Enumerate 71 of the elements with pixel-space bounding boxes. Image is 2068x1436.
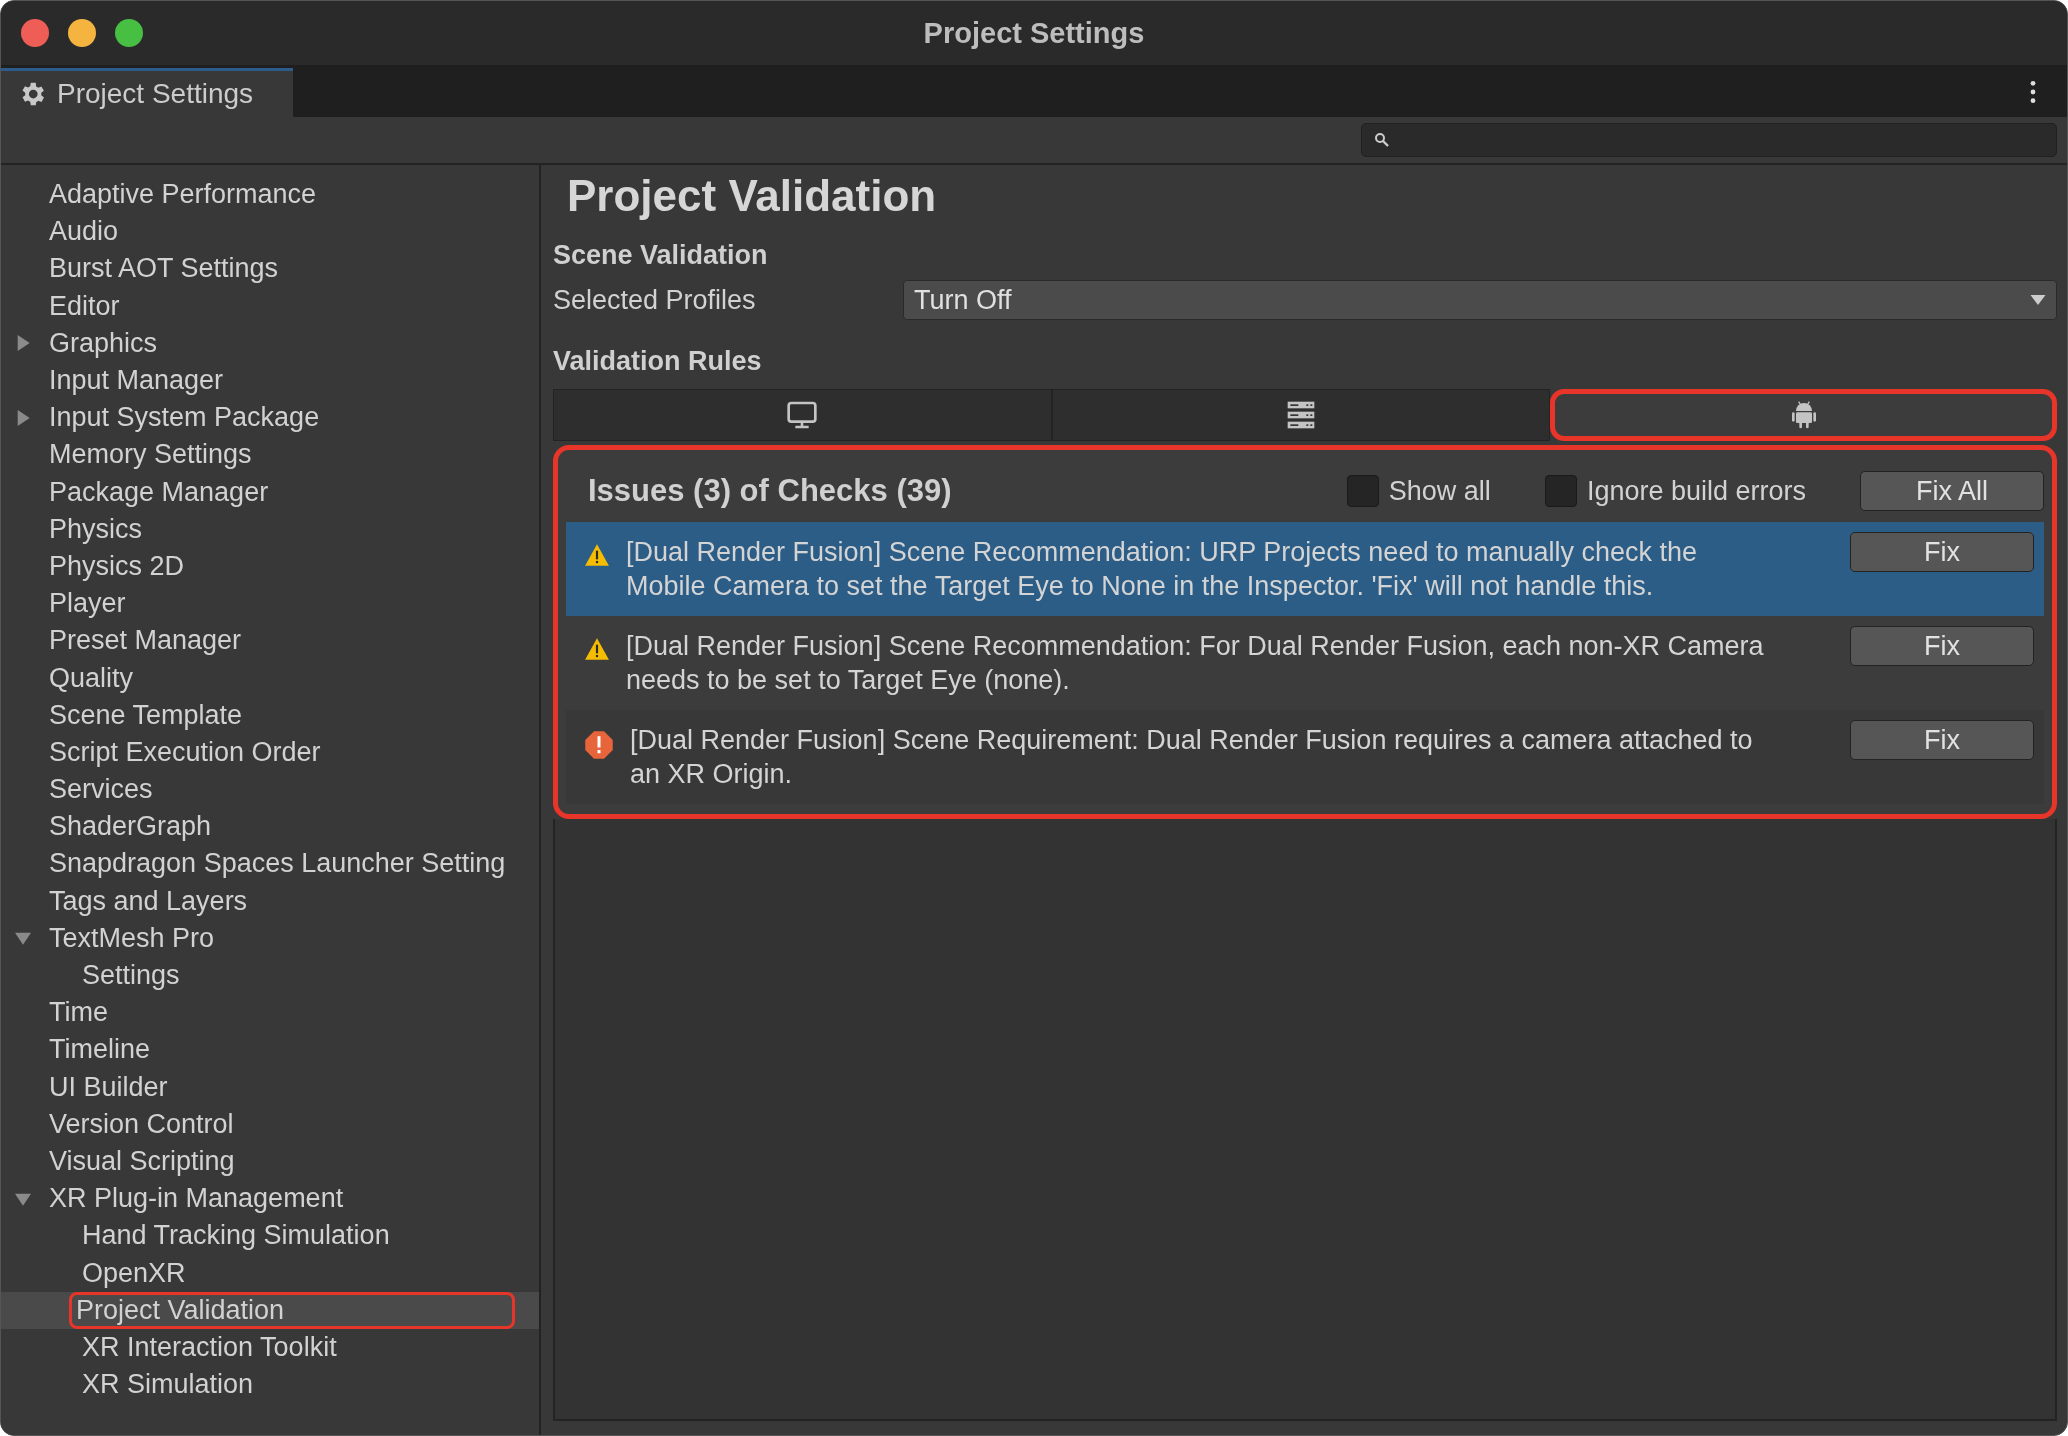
sidebar-item[interactable]: Time xyxy=(1,994,539,1032)
collapsed-arrow-icon[interactable] xyxy=(15,335,31,352)
fix-button[interactable]: Fix xyxy=(1850,532,2034,572)
sidebar-item[interactable]: Input Manager xyxy=(1,361,539,400)
sidebar-item[interactable]: XR Interaction Toolkit xyxy=(1,1328,539,1366)
section-heading: Validation Rules xyxy=(553,344,763,378)
sidebar-item[interactable]: Adaptive Performance xyxy=(1,176,539,214)
checkbox[interactable] xyxy=(1346,475,1379,507)
sidebar-item[interactable]: Graphics xyxy=(1,324,539,362)
sidebar-item[interactable]: Player xyxy=(1,585,539,623)
checkbox-label: Ignore build errors xyxy=(1586,475,1806,507)
issue-message: [Dual Render Fusion] Scene Recommendation: URP Projects need to manually check the Mobile Camera to set the Target Eye to None in the Inspector. 'Fix' will not handle this. xyxy=(626,536,1699,603)
zoom-button[interactable] xyxy=(115,19,143,47)
sidebar-item[interactable]: Physics xyxy=(1,510,539,548)
error-icon xyxy=(584,730,614,760)
sidebar-item[interactable]: Project Validation xyxy=(1,1291,539,1329)
sidebar-item[interactable]: ShaderGraph xyxy=(1,808,539,846)
caret-icon xyxy=(2030,295,2046,305)
warning-icon xyxy=(584,636,610,662)
sidebar-item[interactable]: Package Manager xyxy=(1,473,539,511)
issue-message: [Dual Render Fusion] Scene Requirement: Dual Render Fusion requires a camera attached to an XR Origin. xyxy=(630,724,1754,791)
sidebar-item[interactable]: Timeline xyxy=(1,1031,539,1069)
sidebar-item[interactable]: Tags and Layers xyxy=(1,882,539,920)
search-icon xyxy=(1374,132,1390,148)
sidebar-item[interactable]: UI Builder xyxy=(1,1068,539,1106)
sidebar-item[interactable]: Scene Template xyxy=(1,696,539,734)
window-title: Project Settings xyxy=(923,16,1145,50)
field-label: Selected Profiles xyxy=(553,284,757,316)
sidebar-item[interactable]: Preset Manager xyxy=(1,622,539,660)
sidebar-item[interactable]: Memory Settings xyxy=(1,436,539,474)
sidebar-item[interactable]: Version Control xyxy=(1,1105,539,1143)
close-button[interactable] xyxy=(21,19,49,47)
sidebar-item[interactable]: Script Execution Order xyxy=(1,733,539,771)
issue-message: [Dual Render Fusion] Scene Recommendation: For Dual Render Fusion, each non-XR Camera needs to be set to Target Eye (none). xyxy=(626,630,1765,697)
sidebar-item[interactable]: Editor xyxy=(1,287,539,325)
fix-all-button[interactable]: Fix All xyxy=(1860,471,2044,511)
sidebar-item[interactable]: Physics 2D xyxy=(1,547,539,586)
sidebar-item[interactable]: Services xyxy=(1,771,539,809)
issue-row[interactable]: [Dual Render Fusion] Scene Requirement: Dual Render Fusion requires a camera attached to an XR Origin. Fix xyxy=(566,710,2044,804)
sidebar-item[interactable]: TextMesh Pro xyxy=(1,919,539,957)
more-menu-icon[interactable] xyxy=(2029,79,2037,105)
sidebar-item[interactable]: Quality xyxy=(1,659,539,697)
checkbox-label: Show all xyxy=(1388,475,1491,507)
sidebar-item[interactable]: Settings xyxy=(1,956,539,995)
sidebar-item[interactable]: Burst AOT Settings xyxy=(1,250,539,288)
page-title: Project Validation xyxy=(566,170,938,222)
fix-button[interactable]: Fix xyxy=(1850,720,2034,760)
sidebar-item[interactable]: OpenXR xyxy=(1,1254,539,1292)
collapsed-arrow-icon[interactable] xyxy=(15,409,31,426)
search-field[interactable] xyxy=(1361,123,2057,157)
server-icon xyxy=(1285,399,1317,431)
issues-title: Issues (3) of Checks (39) xyxy=(588,473,953,509)
issue-row[interactable]: [Dual Render Fusion] Scene Recommendation: URP Projects need to manually check the Mobile Camera to set the Target Eye to None in the Inspector. 'Fix' will not handle this. Fix xyxy=(566,522,2044,616)
warning-icon xyxy=(584,542,610,568)
platform-tab[interactable] xyxy=(1550,389,2057,441)
checkbox[interactable] xyxy=(1544,475,1577,507)
section-heading: Scene Validation xyxy=(553,238,769,272)
sidebar-item[interactable]: Snapdragon Spaces Launcher Setting xyxy=(1,845,539,883)
project-settings-tab[interactable]: Project Settings xyxy=(1,68,294,117)
sidebar-item[interactable]: Input System Package xyxy=(1,399,539,437)
sidebar-item[interactable]: Visual Scripting xyxy=(1,1142,539,1181)
sidebar-item[interactable]: XR Simulation xyxy=(1,1366,539,1404)
sidebar-item[interactable]: Audio xyxy=(1,213,539,251)
sidebar-item[interactable]: XR Plug-in Management xyxy=(1,1180,539,1218)
sidebar-item[interactable]: Hand Tracking Simulation xyxy=(1,1217,539,1255)
monitor-icon xyxy=(786,399,819,431)
platform-tab[interactable] xyxy=(1051,389,1551,441)
fix-button[interactable]: Fix xyxy=(1850,626,2034,666)
profiles-dropdown[interactable]: Turn Off xyxy=(903,280,2057,320)
minimize-button[interactable] xyxy=(68,19,96,47)
expanded-arrow-icon[interactable] xyxy=(15,930,31,947)
